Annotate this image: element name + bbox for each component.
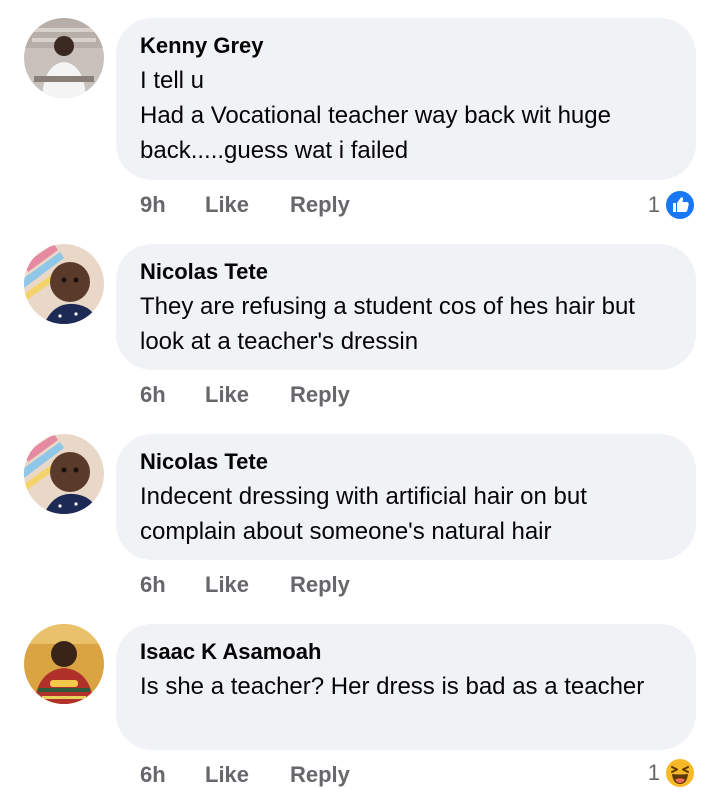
avatar[interactable] bbox=[24, 18, 104, 98]
comment-actions: 6h Like Reply bbox=[140, 570, 350, 600]
comment-text: They are refusing a student cos of hes h… bbox=[140, 293, 635, 355]
comment-bubble: Nicolas Tete They are refusing a student… bbox=[116, 244, 696, 370]
comment-bubble: Nicolas Tete Indecent dressing with arti… bbox=[116, 434, 696, 560]
reaction-summary[interactable]: 1 bbox=[648, 189, 696, 221]
comment-timestamp[interactable]: 9h bbox=[140, 192, 205, 218]
like-button[interactable]: Like bbox=[205, 192, 290, 218]
avatar-nicolas-tete-image bbox=[24, 434, 104, 514]
reply-button[interactable]: Reply bbox=[290, 192, 350, 218]
comment-timestamp[interactable]: 6h bbox=[140, 762, 205, 788]
comment-text: Is she a teacher? Her dress is bad as a … bbox=[140, 673, 645, 700]
comment-bubble: Isaac K Asamoah Is she a teacher? Her dr… bbox=[116, 624, 696, 750]
comment-bubble: Kenny Grey I tell u Had a Vocational tea… bbox=[116, 18, 696, 180]
avatar-nicolas-tete-image bbox=[24, 244, 104, 324]
reaction-summary[interactable]: 1 bbox=[648, 757, 696, 789]
comment-text: I tell u Had a Vocational teacher way ba… bbox=[140, 67, 611, 164]
reaction-count: 1 bbox=[647, 192, 660, 217]
comment-timestamp[interactable]: 6h bbox=[140, 382, 205, 408]
like-button[interactable]: Like bbox=[205, 572, 290, 598]
reaction-count: 1 bbox=[647, 760, 660, 785]
like-button[interactable]: Like bbox=[205, 382, 290, 408]
avatar[interactable] bbox=[24, 244, 104, 324]
haha-emoji-icon bbox=[664, 757, 696, 789]
avatar-isaac-k-asamoah-image bbox=[24, 624, 104, 704]
comment-actions: 9h Like Reply bbox=[140, 190, 350, 220]
avatar-kenny-grey-image bbox=[24, 18, 104, 98]
reply-button[interactable]: Reply bbox=[290, 382, 350, 408]
like-icon bbox=[664, 189, 696, 221]
comment-actions: 6h Like Reply bbox=[140, 380, 350, 410]
comment-author[interactable]: Nicolas Tete bbox=[140, 448, 672, 476]
comment-author[interactable]: Kenny Grey bbox=[140, 32, 672, 60]
avatar[interactable] bbox=[24, 434, 104, 514]
comment-author[interactable]: Nicolas Tete bbox=[140, 258, 672, 286]
reply-button[interactable]: Reply bbox=[290, 762, 350, 788]
comment-actions: 6h Like Reply bbox=[140, 760, 350, 790]
avatar[interactable] bbox=[24, 624, 104, 704]
reply-button[interactable]: Reply bbox=[290, 572, 350, 598]
comment-text: Indecent dressing with artificial hair o… bbox=[140, 483, 587, 545]
comment-timestamp[interactable]: 6h bbox=[140, 572, 205, 598]
like-button[interactable]: Like bbox=[205, 762, 290, 788]
comment-author[interactable]: Isaac K Asamoah bbox=[140, 638, 672, 666]
